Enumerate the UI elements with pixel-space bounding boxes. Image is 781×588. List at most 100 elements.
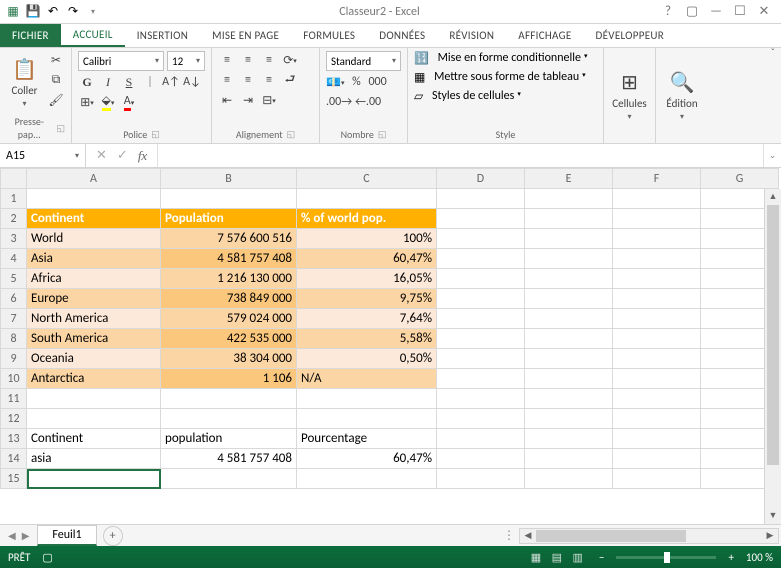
row-header-15[interactable]: 15 — [1, 469, 27, 489]
row-header-14[interactable]: 14 — [1, 449, 27, 469]
bold-button[interactable]: G — [78, 73, 96, 91]
cell[interactable]: asia — [27, 449, 161, 469]
scroll-up-icon[interactable]: ▲ — [765, 189, 781, 205]
align-middle-icon[interactable]: ≡ — [239, 51, 257, 69]
cell[interactable]: 4 581 757 408 — [161, 249, 297, 269]
expand-formula-bar-icon[interactable]: ⌄ — [763, 144, 781, 167]
decrease-decimal-icon[interactable]: ←.00 — [355, 93, 381, 111]
col-header-D[interactable]: D — [437, 169, 525, 189]
hscroll-thumb[interactable] — [536, 530, 686, 542]
cell[interactable] — [613, 249, 701, 269]
cell[interactable]: 60,47% — [297, 249, 437, 269]
cell[interactable] — [613, 389, 701, 409]
cell[interactable] — [27, 389, 161, 409]
cell[interactable]: 0,50% — [297, 349, 437, 369]
zoom-slider[interactable] — [616, 556, 716, 559]
row-header-1[interactable]: 1 — [1, 189, 27, 209]
cell[interactable] — [613, 369, 701, 389]
cell[interactable] — [437, 429, 525, 449]
cell[interactable]: 738 849 000 — [161, 289, 297, 309]
conditional-format-button[interactable]: 🔢 Mise en forme conditionnelle▾ — [414, 51, 597, 66]
paste-button[interactable]: 📋 Coller ▾ — [6, 51, 43, 114]
cell[interactable]: 1 216 130 000 — [161, 269, 297, 289]
decrease-font-icon[interactable]: A↓ — [183, 73, 201, 91]
font-name-dropdown[interactable]: Calibri▾ — [78, 51, 164, 71]
border-icon[interactable]: ⊞▾ — [78, 93, 96, 111]
cell[interactable] — [437, 349, 525, 369]
cell[interactable] — [525, 229, 613, 249]
increase-indent-icon[interactable]: ⇥ — [239, 91, 257, 109]
row-header-12[interactable]: 12 — [1, 409, 27, 429]
fx-icon[interactable]: fx — [138, 148, 147, 164]
align-top-icon[interactable]: ≡ — [218, 51, 236, 69]
col-header-A[interactable]: A — [27, 169, 161, 189]
cell[interactable] — [613, 209, 701, 229]
col-header-G[interactable]: G — [701, 169, 779, 189]
normal-view-icon[interactable]: ▦ — [527, 551, 545, 564]
cell[interactable] — [525, 409, 613, 429]
cut-icon[interactable]: ✂ — [47, 51, 65, 69]
cell[interactable] — [161, 189, 297, 209]
row-header-5[interactable]: 5 — [1, 269, 27, 289]
cell[interactable] — [613, 229, 701, 249]
cell[interactable] — [437, 269, 525, 289]
cell[interactable] — [437, 309, 525, 329]
tab-data[interactable]: DONNÉES — [367, 24, 437, 47]
sheet-nav-next-icon[interactable]: ▶ — [22, 529, 30, 542]
cell[interactable] — [161, 469, 297, 489]
cell[interactable] — [437, 249, 525, 269]
cell[interactable]: Asia — [27, 249, 161, 269]
scroll-down-icon[interactable]: ▼ — [765, 508, 781, 524]
cell[interactable] — [437, 229, 525, 249]
cell[interactable] — [525, 329, 613, 349]
cell[interactable] — [525, 309, 613, 329]
row-header-8[interactable]: 8 — [1, 329, 27, 349]
cell[interactable] — [27, 189, 161, 209]
tab-review[interactable]: RÉVISION — [437, 24, 506, 47]
align-center-icon[interactable]: ≡ — [239, 71, 257, 89]
select-all-corner[interactable] — [1, 169, 27, 189]
cell[interactable] — [613, 189, 701, 209]
format-painter-icon[interactable]: 🖌 — [47, 91, 65, 109]
ribbon-display-icon[interactable]: ▢ — [681, 4, 703, 19]
cell[interactable] — [437, 409, 525, 429]
orientation-icon[interactable]: ⟳▾ — [281, 51, 299, 69]
cell[interactable] — [437, 209, 525, 229]
col-header-B[interactable]: B — [161, 169, 297, 189]
row-header-2[interactable]: 2 — [1, 209, 27, 229]
cell[interactable] — [525, 249, 613, 269]
scroll-right-icon[interactable]: ▶ — [762, 530, 778, 541]
cell-styles-button[interactable]: ▱ Styles de cellules▾ — [414, 89, 597, 104]
cell[interactable]: population — [161, 429, 297, 449]
cell[interactable]: Europe — [27, 289, 161, 309]
row-header-3[interactable]: 3 — [1, 229, 27, 249]
cell[interactable]: N/A — [297, 369, 437, 389]
cell[interactable]: South America — [27, 329, 161, 349]
cell[interactable] — [613, 289, 701, 309]
tab-insert[interactable]: INSERTION — [125, 24, 200, 47]
cell[interactable]: World — [27, 229, 161, 249]
align-bottom-icon[interactable]: ≡ — [260, 51, 278, 69]
cell[interactable] — [437, 289, 525, 309]
font-dialog-icon[interactable]: ◱ — [151, 129, 160, 140]
cell[interactable] — [525, 349, 613, 369]
cell[interactable]: 38 304 000 — [161, 349, 297, 369]
save-icon[interactable]: 💾 — [24, 3, 42, 21]
cell[interactable] — [437, 329, 525, 349]
row-header-13[interactable]: 13 — [1, 429, 27, 449]
increase-decimal-icon[interactable]: .00→ — [326, 93, 352, 111]
cell[interactable]: Pourcentage — [297, 429, 437, 449]
close-icon[interactable]: ✕ — [753, 4, 775, 19]
macro-record-icon[interactable]: ▢ — [42, 551, 52, 564]
cell[interactable] — [613, 269, 701, 289]
cell[interactable]: % of world pop. — [297, 209, 437, 229]
enter-formula-icon[interactable]: ✓ — [117, 148, 128, 163]
cell[interactable] — [525, 209, 613, 229]
tab-formulas[interactable]: FORMULES — [291, 24, 367, 47]
fill-color-icon[interactable]: ⬙▾ — [99, 93, 117, 111]
cells-button[interactable]: ⊞Cellules▾ — [610, 51, 649, 140]
row-header-10[interactable]: 10 — [1, 369, 27, 389]
cell[interactable] — [613, 309, 701, 329]
maximize-icon[interactable]: ☐ — [729, 4, 751, 19]
tab-view[interactable]: AFFICHAGE — [506, 24, 583, 47]
